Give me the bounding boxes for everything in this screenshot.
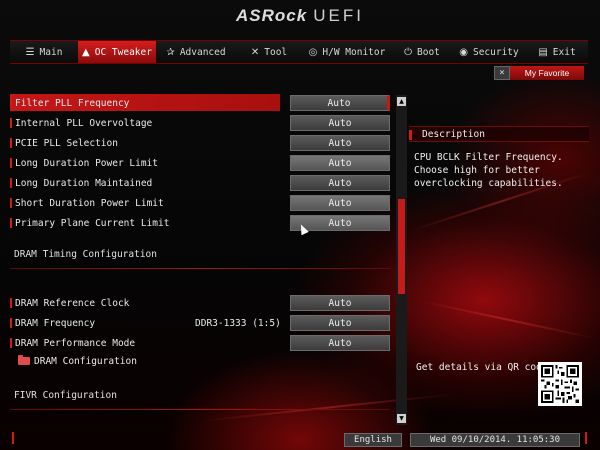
setting-row-primary-plane-current-limit[interactable]: Primary Plane Current Limit Auto xyxy=(10,214,390,232)
tab-label: OC Tweaker xyxy=(94,46,152,58)
power-icon: ⏻ xyxy=(404,46,413,58)
setting-label: DRAM Frequency xyxy=(15,317,96,329)
row-marker xyxy=(10,98,12,108)
setting-label: DRAM Performance Mode xyxy=(15,337,136,349)
section-divider xyxy=(10,409,390,410)
row-marker xyxy=(10,298,12,308)
tools-icon: ✕ xyxy=(250,46,260,58)
language-button[interactable]: English xyxy=(344,433,402,447)
scroll-down-arrow-icon[interactable]: ▼ xyxy=(397,414,406,423)
setting-row-long-duration-maintained[interactable]: Long Duration Maintained Auto xyxy=(10,174,390,192)
monitor-icon: ◎ xyxy=(308,46,318,58)
setting-value-field[interactable]: Auto xyxy=(290,155,390,171)
datetime-display: Wed 09/10/2014. 11:05:30 xyxy=(410,433,580,447)
setting-label: DRAM Reference Clock xyxy=(15,297,130,309)
submenu-label: DRAM Configuration xyxy=(18,355,137,367)
row-marker xyxy=(10,178,12,188)
asrock-uefi-logo: ASRock UEFI xyxy=(0,6,600,26)
favorite-close-button[interactable]: × xyxy=(494,66,510,80)
tab-oc-tweaker[interactable]: ▲ OC Tweaker xyxy=(78,41,156,63)
setting-value-field[interactable]: Auto xyxy=(290,195,390,211)
setting-value-dropdown[interactable]: Auto xyxy=(290,175,390,191)
description-text: CPU BCLK Filter Frequency. Choose high f… xyxy=(414,152,563,189)
tab-label: H/W Monitor xyxy=(322,46,386,58)
product-name: UEFI xyxy=(313,6,364,25)
tab-main[interactable]: ☰ Main xyxy=(10,41,78,63)
tab-security[interactable]: ◉ Security xyxy=(452,41,526,63)
row-marker xyxy=(10,218,12,228)
my-favorite-button[interactable]: My Favorite xyxy=(510,66,584,80)
shield-icon: ◉ xyxy=(459,46,468,58)
tab-label: Security xyxy=(472,46,519,58)
tab-label: Main xyxy=(39,46,63,58)
description-header: Description xyxy=(409,126,589,142)
settings-scrollbar[interactable]: ▲ ▼ xyxy=(396,95,407,425)
my-favorite: × My Favorite xyxy=(494,66,584,80)
row-marker xyxy=(10,318,12,328)
tab-hw-monitor[interactable]: ◎ H/W Monitor xyxy=(302,41,392,63)
row-marker xyxy=(10,138,12,148)
setting-row-dram-reference-clock[interactable]: DRAM Reference Clock Auto xyxy=(10,294,390,312)
submenu-dram-configuration[interactable]: DRAM Configuration xyxy=(10,352,390,370)
footer-marker xyxy=(585,432,587,444)
tab-tool[interactable]: ✕ Tool xyxy=(236,41,302,63)
main-nav: ☰ Main ▲ OC Tweaker ✰ Advanced ✕ Tool ◎ … xyxy=(10,40,588,64)
qr-code-icon xyxy=(538,362,582,406)
submenu-text: DRAM Configuration xyxy=(34,355,137,367)
tab-label: Advanced xyxy=(179,46,226,58)
row-marker xyxy=(10,198,12,208)
setting-value-dropdown[interactable]: Auto xyxy=(290,95,390,111)
setting-value-dropdown[interactable]: Auto xyxy=(290,295,390,311)
setting-row-internal-pll-overvoltage[interactable]: Internal PLL Overvoltage Auto xyxy=(10,114,390,132)
section-title-dram-timing: DRAM Timing Configuration xyxy=(14,249,157,260)
folder-icon xyxy=(18,355,30,365)
flame-icon: ▲ xyxy=(82,46,90,58)
setting-label: Long Duration Power Limit xyxy=(15,157,158,169)
tab-label: Boot xyxy=(417,46,440,58)
dram-frequency-info: DDR3-1333 (1:5) xyxy=(195,317,281,329)
brand-name: ASRock xyxy=(236,6,308,25)
exit-icon: ▤ xyxy=(538,46,548,58)
header-marker xyxy=(409,130,412,140)
setting-row-dram-performance-mode[interactable]: DRAM Performance Mode Auto xyxy=(10,334,390,352)
setting-label: Short Duration Power Limit xyxy=(15,197,164,209)
setting-row-short-duration-power-limit[interactable]: Short Duration Power Limit Auto xyxy=(10,194,390,212)
tab-exit[interactable]: ▤ Exit xyxy=(526,41,588,63)
tab-label: Exit xyxy=(552,46,576,58)
setting-row-long-duration-power-limit[interactable]: Long Duration Power Limit Auto xyxy=(10,154,390,172)
section-title-fivr: FIVR Configuration xyxy=(14,390,117,401)
description-title: Description xyxy=(422,129,485,140)
tab-label: Tool xyxy=(264,46,288,58)
setting-row-filter-pll-frequency[interactable]: Filter PLL Frequency Auto xyxy=(10,94,390,112)
list-icon: ☰ xyxy=(25,46,35,58)
row-marker xyxy=(10,338,12,348)
row-marker xyxy=(10,158,12,168)
setting-value-dropdown[interactable]: Auto xyxy=(290,115,390,131)
section-divider xyxy=(10,268,390,269)
setting-value-dropdown[interactable]: Auto xyxy=(290,315,390,331)
footer-marker xyxy=(12,432,14,444)
setting-label: Internal PLL Overvoltage xyxy=(15,117,153,129)
setting-label: PCIE PLL Selection xyxy=(15,137,118,149)
setting-label: Filter PLL Frequency xyxy=(15,97,130,109)
star-icon: ✰ xyxy=(166,46,175,58)
row-marker xyxy=(10,118,12,128)
setting-label: Long Duration Maintained xyxy=(15,177,153,189)
tab-boot[interactable]: ⏻ Boot xyxy=(392,41,452,63)
setting-row-dram-frequency[interactable]: DRAM Frequency DDR3-1333 (1:5) Auto xyxy=(10,314,390,332)
setting-value-dropdown[interactable]: Auto xyxy=(290,135,390,151)
setting-row-pcie-pll-selection[interactable]: PCIE PLL Selection Auto xyxy=(10,134,390,152)
setting-label: Primary Plane Current Limit xyxy=(15,217,170,229)
scrollbar-thumb[interactable] xyxy=(398,199,405,294)
qr-label: Get details via QR code xyxy=(416,362,548,373)
scroll-up-arrow-icon[interactable]: ▲ xyxy=(397,97,406,106)
setting-value-dropdown[interactable]: Auto xyxy=(290,335,390,351)
tab-advanced[interactable]: ✰ Advanced xyxy=(156,41,236,63)
